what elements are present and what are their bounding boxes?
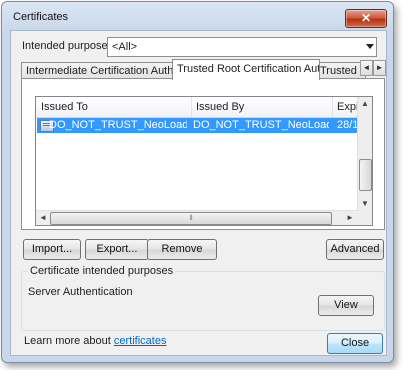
tab-trusted-publishers[interactable]: Trusted Publ (315, 62, 366, 79)
arrow-right-icon: ► (375, 63, 384, 72)
view-button[interactable]: View (318, 295, 374, 316)
scroll-up-icon[interactable]: ▲ (361, 99, 369, 108)
vertical-scrollbar[interactable]: ▲ ▼ (357, 97, 372, 211)
tab-strip: Intermediate Certification Authorities T… (21, 59, 386, 80)
tab-scroll-right-button[interactable]: ► (373, 60, 386, 76)
purposes-text: Server Authentication (28, 286, 133, 298)
column-header-issued-to[interactable]: Issued To (36, 97, 192, 117)
horizontal-scrollbar[interactable]: ◄ ⦀ ► (36, 210, 358, 225)
grip-icon: ⦀ (189, 215, 193, 222)
close-button[interactable]: Close (327, 333, 383, 354)
learn-more-line: Learn more about certificates (24, 335, 166, 347)
tab-label: Intermediate Certification Authorities (26, 65, 175, 77)
column-label: Issued By (196, 101, 245, 113)
dialog-content: Intended purpose: <All> Intermediate Cer… (10, 30, 387, 356)
tab-scroll-left-button[interactable]: ◄ (360, 60, 373, 76)
advanced-button[interactable]: Advanced (326, 239, 384, 260)
horizontal-scroll-thumb[interactable]: ⦀ (50, 212, 332, 225)
scroll-down-icon[interactable]: ▼ (361, 199, 369, 208)
certificates-link[interactable]: certificates (114, 335, 167, 347)
table-row[interactable]: DO_NOT_TRUST_NeoLoadRoot_v3... DO_NOT_TR… (37, 118, 361, 133)
list-header: Issued To Issued By Expira (36, 97, 367, 118)
vertical-scroll-thumb[interactable] (359, 159, 372, 191)
tab-panel: Issued To Issued By Expira DO_NOT_TRUST_… (21, 78, 385, 230)
column-header-issued-by[interactable]: Issued By (191, 97, 333, 117)
export-button[interactable]: Export... (85, 239, 149, 260)
tab-label: Trusted Root Certification Authorities (177, 63, 320, 75)
dialog-title: Certificates (13, 11, 69, 23)
close-window-button[interactable]: ✕ (345, 9, 387, 28)
close-icon: ✕ (360, 11, 372, 25)
cell-issued-by: DO_NOT_TRUST_NeoLoadRoot_v3... (193, 119, 329, 131)
intended-purpose-value: <All> (112, 41, 138, 53)
scroll-right-icon[interactable]: ► (346, 213, 354, 222)
tab-trusted-root-ca[interactable]: Trusted Root Certification Authorities (172, 59, 320, 80)
cell-issued-to: DO_NOT_TRUST_NeoLoadRoot_v3... (49, 119, 187, 131)
intended-purpose-label: Intended purpose: (22, 40, 111, 52)
arrow-left-icon: ◄ (362, 63, 371, 72)
certificate-list[interactable]: Issued To Issued By Expira DO_NOT_TRUST_… (35, 96, 373, 226)
purposes-group-title: Certificate intended purposes (28, 265, 176, 277)
certificates-dialog: Certificates ✕ Intended purpose: <All> I… (1, 1, 394, 363)
intended-purpose-dropdown[interactable]: <All> (107, 37, 377, 57)
chevron-down-icon (366, 44, 374, 49)
scroll-left-icon[interactable]: ◄ (39, 213, 47, 222)
learn-more-text: Learn more about (24, 335, 114, 347)
column-label: Issued To (41, 101, 88, 113)
remove-button[interactable]: Remove (147, 239, 217, 260)
title-bar[interactable]: Certificates ✕ (2, 2, 393, 28)
scroll-corner (358, 211, 372, 225)
tab-intermediate-ca[interactable]: Intermediate Certification Authorities (21, 62, 176, 79)
import-button[interactable]: Import... (23, 239, 81, 260)
